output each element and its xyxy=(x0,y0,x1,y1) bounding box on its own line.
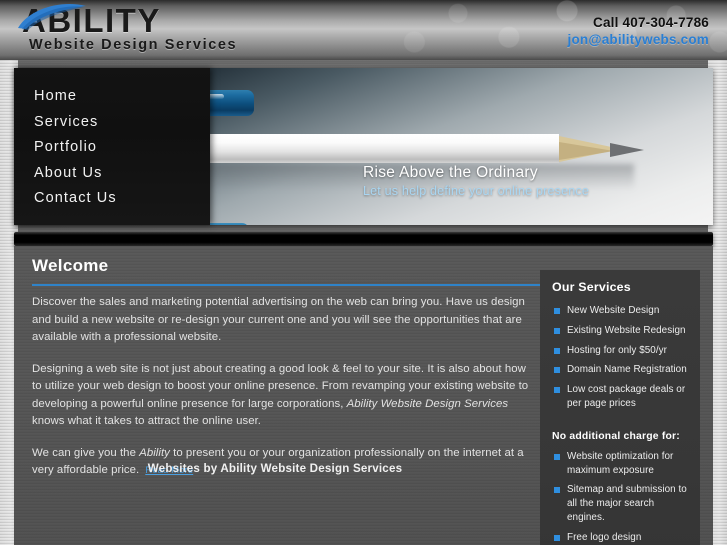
list-item: Hosting for only $50/yr xyxy=(550,344,690,364)
section-divider-bar xyxy=(14,232,713,246)
footer-credit: Websites by Ability Website Design Servi… xyxy=(147,462,403,475)
paragraph-3-part-a: We can give you the xyxy=(32,446,140,459)
nav-item-portfolio[interactable]: Portfolio xyxy=(14,135,210,161)
hero-headline: Rise Above the Ordinary xyxy=(363,164,538,181)
list-item: Domain Name Registration xyxy=(550,363,690,383)
page-title: Welcome xyxy=(32,256,109,275)
hero-subheadline: Let us help define your online presence xyxy=(363,184,590,198)
sidebar-extras-heading: No additional charge for: xyxy=(552,430,680,442)
list-item: Low cost package deals or per page price… xyxy=(550,383,690,417)
hero-banner-copy: Rise Above the Ordinary Let us help defi… xyxy=(363,163,589,200)
company-name-emphasis: Ability Website Design Services xyxy=(346,397,509,410)
phone-number[interactable]: Call 407-304-7786 xyxy=(568,14,710,31)
main-navigation: Home Services Portfolio About Us Contact… xyxy=(14,68,210,225)
logo-tagline: Website Design Services xyxy=(29,37,238,53)
paragraph-1: Discover the sales and marketing potenti… xyxy=(32,296,525,343)
nav-item-about-us[interactable]: About Us xyxy=(14,161,210,187)
nav-item-contact-us[interactable]: Contact Us xyxy=(14,186,210,212)
nav-item-services[interactable]: Services xyxy=(14,110,210,136)
email-address[interactable]: jon@abilitywebs.com xyxy=(568,31,710,48)
paragraph-2: Designing a web site is not just about c… xyxy=(32,361,534,431)
list-item: Sitemap and submission to all the major … xyxy=(550,483,690,530)
pencil-wood-inner xyxy=(559,142,614,160)
list-item: Existing Website Redesign xyxy=(550,324,690,344)
pencil-graphite-tip xyxy=(610,143,644,157)
ability-emphasis: Ability xyxy=(139,446,170,459)
list-item: New Website Design xyxy=(550,304,690,324)
site-logo[interactable]: ABILITY Website Design Services xyxy=(18,2,238,54)
site-header: ABILITY Website Design Services Call 407… xyxy=(0,0,727,60)
services-sidebar: Our Services New Website Design Existing… xyxy=(540,270,700,545)
list-item: Website optimization for maximum exposur… xyxy=(550,450,690,484)
sidebar-services-heading: Our Services xyxy=(552,280,631,294)
header-contact-info: Call 407-304-7786 jon@abilitywebs.com xyxy=(568,14,710,48)
sidebar-extras-list: Website optimization for maximum exposur… xyxy=(550,450,690,545)
logo-wordmark: ABILITY xyxy=(22,2,161,39)
paragraph-2-part-b: knows what it takes to attract the onlin… xyxy=(32,415,262,427)
nav-item-home[interactable]: Home xyxy=(14,84,210,110)
page-background: ABILITY Website Design Services Call 407… xyxy=(0,0,727,545)
sidebar-services-list: New Website Design Existing Website Rede… xyxy=(550,304,690,417)
list-item: Free logo design xyxy=(550,531,690,545)
main-content-card: Welcome Discover the sales and marketing… xyxy=(14,246,713,545)
